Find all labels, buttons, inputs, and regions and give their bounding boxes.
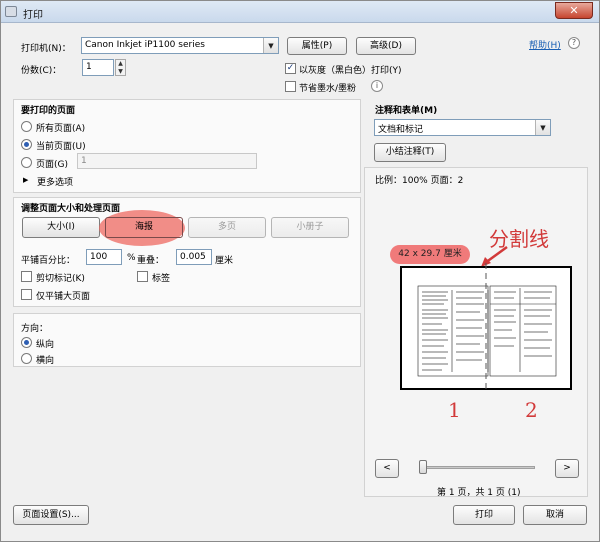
split-line xyxy=(485,263,487,393)
portrait-label: 纵向 xyxy=(36,340,55,350)
next-page-button[interactable]: > xyxy=(555,459,579,478)
landscape-radio[interactable] xyxy=(21,353,32,364)
advanced-button[interactable]: 高级(D) xyxy=(356,37,416,55)
printer-select-value: Canon Inkjet iP1100 series xyxy=(85,40,205,50)
expand-triangle-icon[interactable]: ▶ xyxy=(23,176,28,184)
chevron-down-icon[interactable]: ▼ xyxy=(263,38,278,53)
properties-button[interactable]: 属性(P) xyxy=(287,37,347,55)
more-options-link[interactable]: 更多选项 xyxy=(37,175,73,188)
annotations-select[interactable]: 文档和标记 ▼ xyxy=(374,119,551,136)
page-range-label: 页面(G) xyxy=(36,160,68,170)
current-page-radio[interactable] xyxy=(21,139,32,150)
stepper-down-icon[interactable]: ▼ xyxy=(116,68,125,76)
annotations-select-value: 文档和标记 xyxy=(378,125,424,135)
current-page-label: 当前页面(U) xyxy=(36,142,86,152)
printer-icon xyxy=(5,6,17,17)
printer-select[interactable]: Canon Inkjet iP1100 series ▼ xyxy=(81,37,279,54)
multiple-button[interactable]: 多页 xyxy=(188,217,266,238)
tile-large-checkbox[interactable] xyxy=(21,289,32,300)
cut-marks-label: 剪切标记(K) xyxy=(36,274,85,284)
all-pages-radio[interactable] xyxy=(21,121,32,132)
save-ink-checkbox[interactable] xyxy=(285,81,296,92)
page-slider-track[interactable] xyxy=(419,466,535,469)
close-button[interactable]: ✕ xyxy=(555,2,593,19)
labels-label: 标签 xyxy=(152,274,171,284)
title-bar: 打印 ✕ xyxy=(1,1,599,23)
sizing-section-title: 调整页面大小和处理页面 xyxy=(21,204,121,214)
pages-section-title: 要打印的页面 xyxy=(21,106,76,116)
page2-label: 2 xyxy=(525,398,538,422)
help-link[interactable]: 帮助(H) xyxy=(529,38,561,51)
page-range-radio[interactable] xyxy=(21,157,32,168)
cut-marks-checkbox[interactable] xyxy=(21,271,32,282)
page-slider-thumb[interactable] xyxy=(419,460,427,474)
page1-label: 1 xyxy=(448,398,461,422)
overlap-label: 重叠： xyxy=(137,256,165,266)
tile-scale-unit: % xyxy=(127,253,136,263)
portrait-radio[interactable] xyxy=(21,337,32,348)
copies-label: 份数(C)： xyxy=(21,66,62,76)
window-title: 打印 xyxy=(23,10,43,21)
cancel-button[interactable]: 取消 xyxy=(523,505,587,525)
labels-checkbox[interactable] xyxy=(137,271,148,282)
orientation-panel xyxy=(13,313,361,367)
poster-button[interactable]: 海报 xyxy=(105,217,183,238)
info-icon[interactable]: i xyxy=(371,80,383,92)
prev-page-button[interactable]: < xyxy=(375,459,399,478)
tile-scale-input[interactable]: 100 xyxy=(86,249,122,265)
booklet-button[interactable]: 小册子 xyxy=(271,217,349,238)
overlap-unit: 厘米 xyxy=(215,256,234,266)
dimension-badge: 42 x 29.7 厘米 xyxy=(390,245,470,264)
chevron-down-icon[interactable]: ▼ xyxy=(535,120,550,135)
printer-label: 打印机(N)： xyxy=(21,44,71,54)
size-button[interactable]: 大小(I) xyxy=(22,217,100,238)
page-range-input[interactable]: 1 xyxy=(77,153,257,169)
orientation-title: 方向： xyxy=(21,324,49,334)
save-ink-label: 节省墨水/墨粉 xyxy=(299,84,357,94)
tile-scale-label: 平铺百分比： xyxy=(21,256,76,266)
copies-stepper[interactable]: ▲ ▼ xyxy=(115,59,126,76)
help-icon[interactable]: ? xyxy=(568,37,580,49)
tile-large-label: 仅平铺大页面 xyxy=(36,292,91,302)
preview-scale-text: 比例：100% 页面：2 xyxy=(375,176,464,186)
summarize-comments-button[interactable]: 小结注释(T) xyxy=(374,143,446,162)
print-button[interactable]: 打印 xyxy=(453,505,515,525)
all-pages-label: 所有页面(A) xyxy=(36,124,86,134)
grayscale-checkbox[interactable]: ✓ xyxy=(285,63,296,74)
page-setup-button[interactable]: 页面设置(S)... xyxy=(13,505,89,525)
overlap-input[interactable]: 0.005 xyxy=(176,249,212,265)
copies-input[interactable]: 1 xyxy=(82,59,114,76)
print-dialog: 打印 ✕ 打印机(N)： Canon Inkjet iP1100 series … xyxy=(0,0,600,542)
stepper-up-icon[interactable]: ▲ xyxy=(116,60,125,68)
annotations-title: 注释和表单(M) xyxy=(375,106,438,116)
grayscale-label: 以灰度（黑白色）打印(Y) xyxy=(299,66,402,76)
landscape-label: 横向 xyxy=(36,356,55,366)
page-status: 第 1 页，共 1 页 (1) xyxy=(437,488,521,498)
